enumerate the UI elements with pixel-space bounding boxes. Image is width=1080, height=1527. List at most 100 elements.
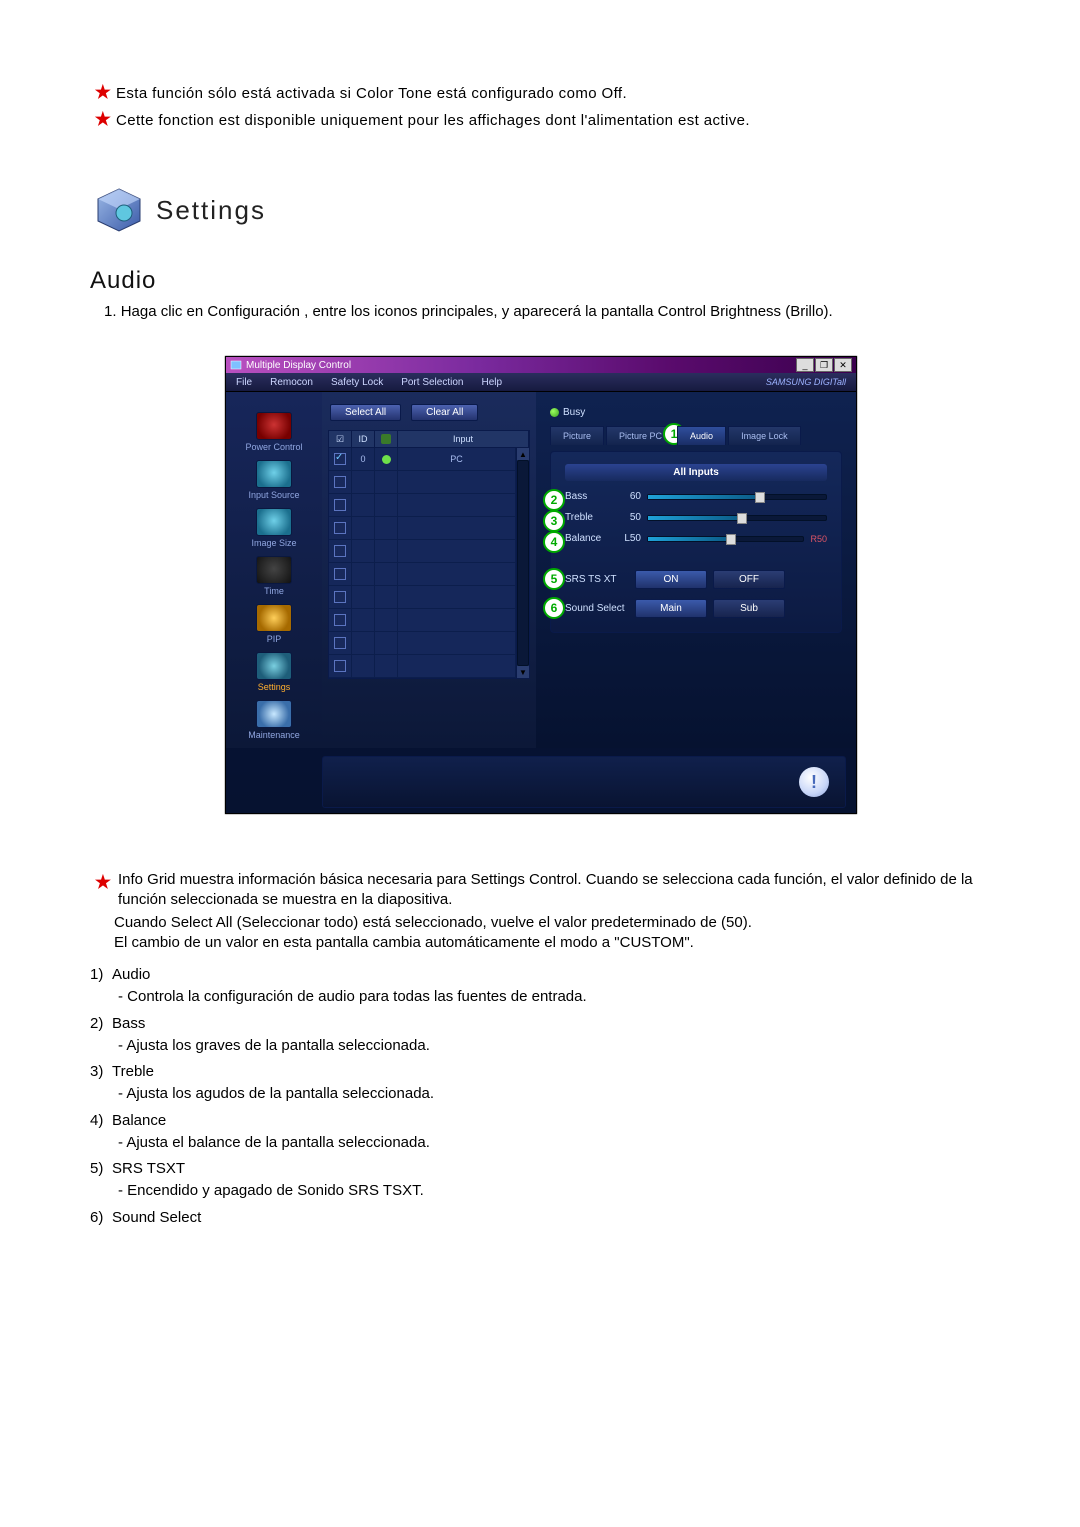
settings-tabs: Picture Picture PC 1 Audio Image Lock [550, 426, 842, 445]
balance-slider[interactable] [647, 536, 804, 542]
note-text-1: Esta función sólo está activada si Color… [116, 85, 627, 102]
desc-paragraph-3: El cambio de un valor en esta pantalla c… [114, 933, 990, 953]
tab-picture[interactable]: Picture [550, 426, 604, 445]
grid-head-check[interactable]: ☑ [329, 431, 352, 447]
sidebar-pip[interactable]: PIP [234, 602, 314, 646]
busy-dot-icon [550, 408, 559, 417]
app-icon [230, 359, 242, 371]
bass-value: 60 [617, 491, 641, 502]
table-row[interactable] [329, 586, 516, 609]
table-row[interactable] [329, 494, 516, 517]
pip-icon [256, 604, 292, 632]
table-row[interactable] [329, 609, 516, 632]
treble-slider[interactable] [647, 515, 827, 521]
table-row[interactable] [329, 540, 516, 563]
sidebar-maintenance[interactable]: Maintenance [234, 698, 314, 742]
star-icon: ★ [94, 109, 112, 130]
tab-image-lock[interactable]: Image Lock [728, 426, 801, 445]
tab-audio[interactable]: Audio [677, 426, 726, 445]
grid-scrollbar[interactable]: ▲ ▼ [516, 448, 529, 678]
list-item: 6)Sound Select [90, 1208, 990, 1228]
callout-4: 4 [543, 531, 565, 553]
row-checkbox[interactable] [334, 545, 346, 557]
window-titlebar: Multiple Display Control _ ❐ ✕ [226, 357, 856, 373]
lead-text: 1. Haga clic en Configuración , entre lo… [104, 303, 990, 320]
tab-picture-pc[interactable]: Picture PC 1 [606, 426, 675, 445]
table-row[interactable] [329, 632, 516, 655]
menu-help[interactable]: Help [481, 377, 502, 388]
row-checkbox[interactable] [334, 591, 346, 603]
bass-label: Bass [565, 491, 611, 502]
scroll-up-icon[interactable]: ▲ [517, 448, 529, 460]
list-item: 2)Bass- Ajusta los graves de la pantalla… [90, 1014, 990, 1057]
sound-sub-button[interactable]: Sub [713, 599, 785, 618]
samsung-logo: SAMSUNG DIGITall [766, 377, 846, 387]
maximize-button[interactable]: ❐ [815, 358, 833, 372]
menu-file[interactable]: File [236, 377, 252, 388]
note-line-2: ★Cette fonction est disponible uniquemen… [94, 109, 990, 130]
balance-label: Balance [565, 533, 611, 544]
window-title: Multiple Display Control [246, 360, 351, 371]
row-input: PC [398, 448, 516, 470]
minimize-button[interactable]: _ [796, 358, 814, 372]
srs-on-button[interactable]: ON [635, 570, 707, 589]
srs-off-button[interactable]: OFF [713, 570, 785, 589]
row-checkbox[interactable] [334, 637, 346, 649]
callout-2: 2 [543, 489, 565, 511]
bass-slider[interactable] [647, 494, 827, 500]
table-row[interactable] [329, 563, 516, 586]
row-checkbox[interactable] [334, 522, 346, 534]
sidebar-image-size[interactable]: Image Size [234, 506, 314, 550]
list-item: 5)SRS TSXT- Encendido y apagado de Sonid… [90, 1159, 990, 1202]
sidebar-input-source[interactable]: Input Source [234, 458, 314, 502]
settings-icon [256, 652, 292, 680]
list-item: 3)Treble- Ajusta los agudos de la pantal… [90, 1062, 990, 1105]
warning-icon: ! [799, 767, 829, 797]
list-item: 4)Balance- Ajusta el balance de la panta… [90, 1111, 990, 1154]
sidebar-time[interactable]: Time [234, 554, 314, 598]
status-bar: ! [322, 756, 846, 808]
sidebar-settings[interactable]: Settings [234, 650, 314, 694]
settings-heading: Settings [156, 195, 266, 226]
row-checkbox[interactable] [334, 476, 346, 488]
table-row[interactable] [329, 517, 516, 540]
note-line-1: ★Esta función sólo está activada si Colo… [94, 82, 990, 103]
table-row[interactable] [329, 471, 516, 494]
grid-head-input: Input [398, 431, 529, 447]
menu-port-selection[interactable]: Port Selection [401, 377, 463, 388]
select-all-button[interactable]: Select All [330, 404, 401, 421]
sound-select-label: Sound Select [565, 603, 629, 614]
table-row[interactable]: 0 PC [329, 448, 516, 471]
clear-all-button[interactable]: Clear All [411, 404, 478, 421]
app-window: Multiple Display Control _ ❐ ✕ File Remo… [225, 356, 857, 814]
sound-main-button[interactable]: Main [635, 599, 707, 618]
settings-cube-icon [94, 185, 144, 235]
power-icon [256, 412, 292, 440]
callout-6: 6 [543, 597, 565, 619]
srs-row: 5 SRS TS XT ON OFF [565, 570, 827, 589]
input-icon [256, 460, 292, 488]
close-button[interactable]: ✕ [834, 358, 852, 372]
row-checkbox[interactable] [334, 499, 346, 511]
scroll-down-icon[interactable]: ▼ [517, 666, 529, 678]
row-checkbox[interactable] [334, 614, 346, 626]
description-list: 1)Audio- Controla la configuración de au… [90, 965, 990, 1228]
table-row[interactable] [329, 655, 516, 678]
bass-row: 2 Bass 60 [565, 491, 827, 502]
menu-remocon[interactable]: Remocon [270, 377, 313, 388]
audio-panel: All Inputs 2 Bass 60 3 Treble 50 [550, 451, 842, 633]
treble-label: Treble [565, 512, 611, 523]
time-icon [256, 556, 292, 584]
balance-row: 4 Balance L50 R50 [565, 533, 827, 544]
desc-paragraph-1: Info Grid muestra información básica nec… [118, 870, 990, 911]
row-checkbox[interactable] [334, 453, 346, 465]
grid-head-status [375, 431, 398, 447]
row-checkbox[interactable] [334, 660, 346, 672]
image-size-icon [256, 508, 292, 536]
row-id: 0 [352, 448, 375, 470]
row-checkbox[interactable] [334, 568, 346, 580]
treble-value: 50 [617, 512, 641, 523]
panel-heading: All Inputs [565, 464, 827, 481]
menu-safety-lock[interactable]: Safety Lock [331, 377, 383, 388]
sidebar-power-control[interactable]: Power Control [234, 410, 314, 454]
